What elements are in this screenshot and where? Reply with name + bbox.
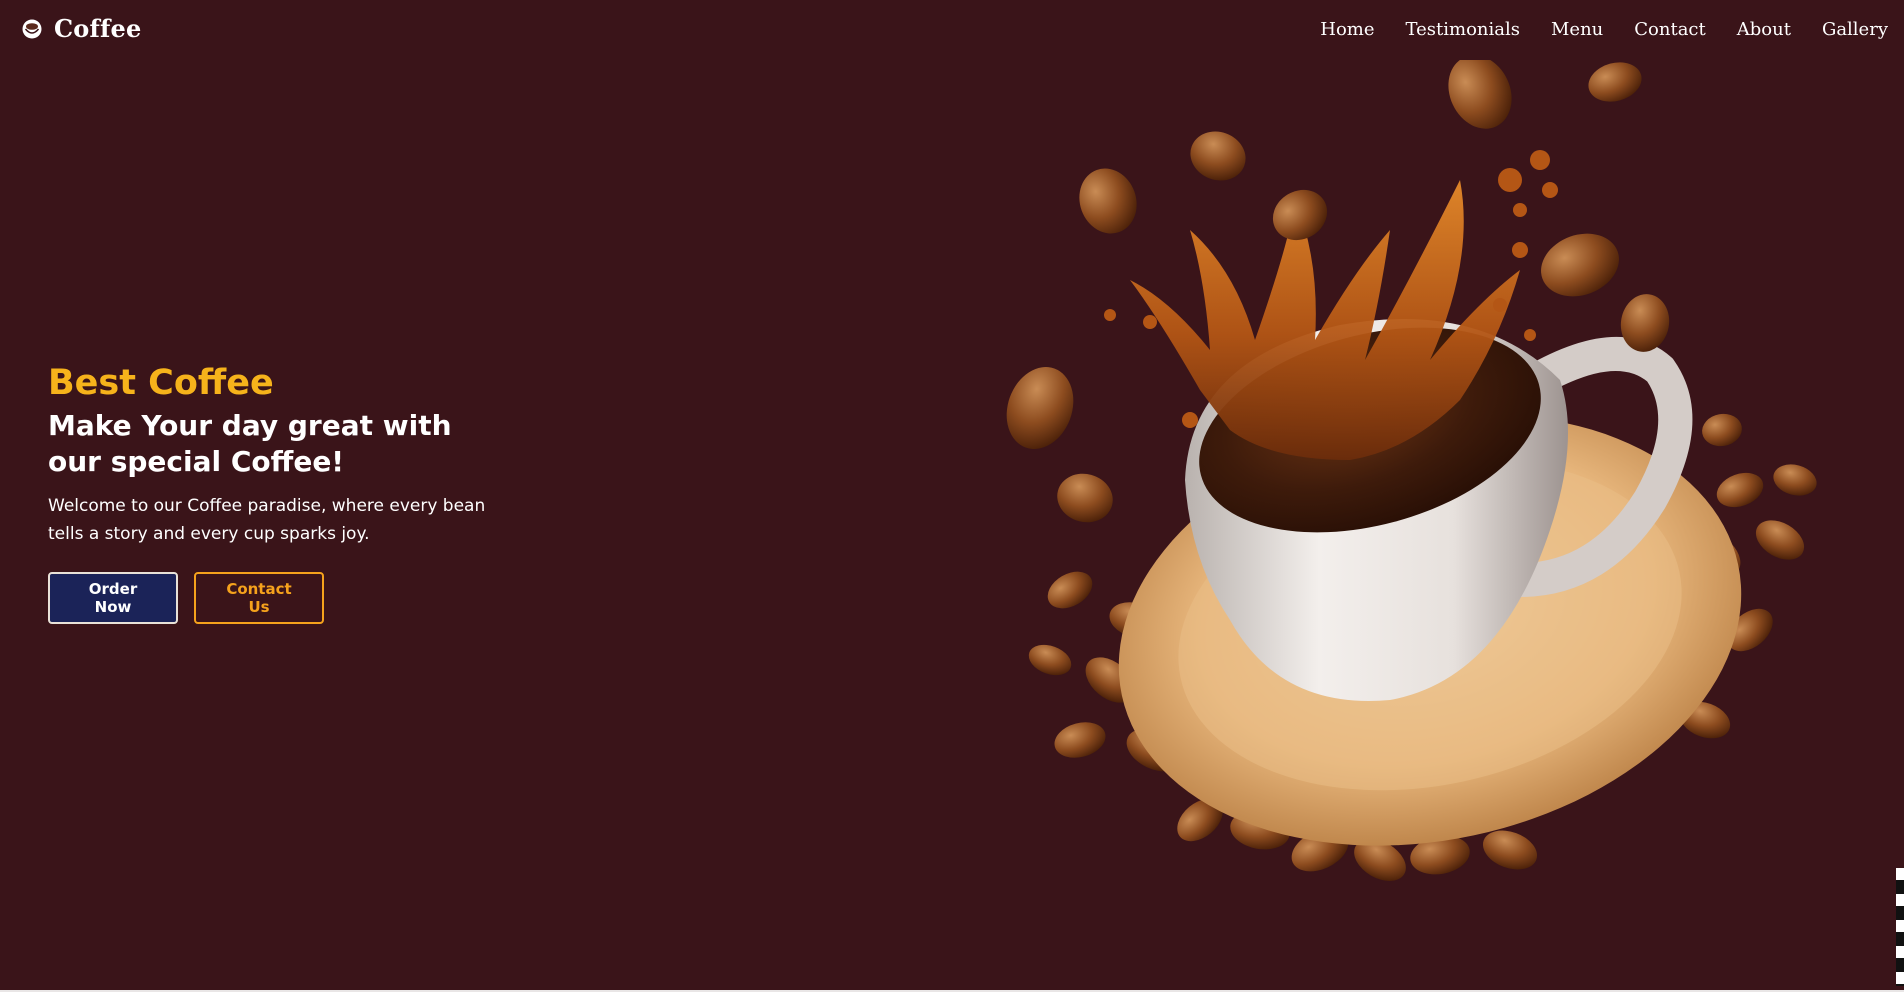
hero-section: Best Coffee Make Your day great with our… (48, 358, 528, 624)
hero-title: Make Your day great with our special Cof… (48, 409, 452, 478)
side-widget[interactable] (1896, 868, 1904, 986)
nav-link-contact[interactable]: Contact (1634, 19, 1705, 40)
nav-link-gallery[interactable]: Gallery (1822, 19, 1888, 40)
order-now-button[interactable]: Order Now (48, 572, 178, 624)
nav-link-testimonials[interactable]: Testimonials (1406, 19, 1520, 40)
brand-name: Coffee (54, 14, 142, 43)
hero-buttons: Order Now Contact Us (48, 572, 528, 624)
brand-logo[interactable]: Coffee (20, 14, 142, 43)
nav-link-home[interactable]: Home (1320, 19, 1374, 40)
hero-kicker: Best Coffee (48, 363, 274, 403)
nav-link-about[interactable]: About (1737, 19, 1791, 40)
nav-menu: Home Testimonials Menu Contact About Gal… (1320, 19, 1888, 40)
coffee-cup-icon (22, 19, 42, 38)
page: Coffee Home Testimonials Menu Contact Ab… (0, 0, 1904, 990)
coffee-splash-image (1006, 60, 1817, 881)
contact-us-button[interactable]: Contact Us (194, 572, 324, 624)
navbar: Coffee Home Testimonials Menu Contact Ab… (0, 0, 1904, 62)
hero-description: Welcome to our Coffee paradise, where ev… (48, 496, 486, 544)
nav-link-menu[interactable]: Menu (1551, 19, 1603, 40)
